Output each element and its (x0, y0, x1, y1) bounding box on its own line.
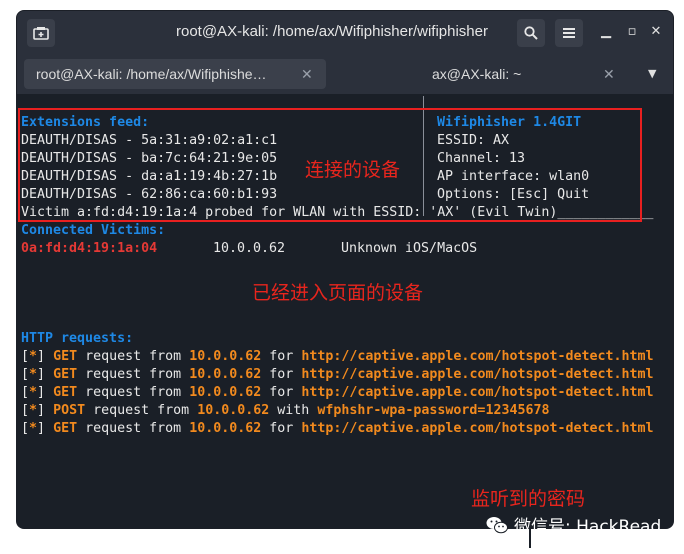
http-request-line: [*] GET request from 10.0.0.62 for http:… (21, 421, 654, 436)
search-button[interactable] (517, 19, 545, 47)
annotation-connected-devices: 连接的设备 (305, 159, 401, 181)
maximize-button[interactable]: ▫ (624, 24, 640, 40)
hamburger-menu-icon (563, 28, 575, 38)
victim-device: Unknown iOS/MacOS (341, 241, 478, 256)
annotation-captured-password: 监听到的密码 (471, 488, 586, 510)
http-header: HTTP requests: (21, 331, 134, 346)
minimize-button[interactable]: ▁ (598, 24, 614, 40)
watermark: 微信号: HackRead (486, 512, 661, 537)
victims-header: Connected Victims: (21, 223, 166, 238)
tab-ax-session[interactable]: ax@AX-kali: ~ ✕ (335, 59, 639, 89)
victim-ip: 10.0.0.62 (213, 241, 286, 256)
tab-bar: root@AX-kali: /home/ax/Wifiphishe… ✕ ax@… (17, 54, 673, 94)
tab-label: ax@AX-kali: ~ (432, 66, 522, 82)
wechat-icon (486, 516, 508, 533)
http-request-line: [*] GET request from 10.0.0.62 for http:… (21, 367, 654, 382)
tab-root-session[interactable]: root@AX-kali: /home/ax/Wifiphishe… ✕ (24, 59, 326, 89)
window-title: root@AX-kali: /home/ax/Wifiphisher/wifip… (175, 23, 488, 40)
terminal-window: root@AX-kali: /home/ax/Wifiphisher/wifip… (17, 11, 673, 528)
close-tab-icon[interactable]: ✕ (603, 59, 615, 89)
http-request-line: [*] POST request from 10.0.0.62 with wfp… (21, 403, 550, 418)
search-icon (524, 26, 538, 40)
close-window-button[interactable]: ✕ (648, 24, 664, 40)
tabs-dropdown-icon[interactable]: ▼ (648, 67, 656, 80)
new-tab-button[interactable] (27, 19, 55, 47)
annotation-page-devices: 已经进入页面的设备 (252, 282, 424, 304)
minimize-icon: ▁ (601, 24, 611, 39)
http-request-line: [*] GET request from 10.0.0.62 for http:… (21, 349, 654, 364)
maximize-icon: ▫ (627, 24, 637, 39)
new-tab-icon (33, 27, 49, 40)
close-tab-icon[interactable]: ✕ (301, 59, 313, 89)
tab-label: root@AX-kali: /home/ax/Wifiphishe… (36, 66, 267, 82)
menu-button[interactable] (555, 19, 583, 47)
http-request-line: [*] GET request from 10.0.0.62 for http:… (21, 385, 654, 400)
watermark-text: 微信号: HackRead (514, 517, 662, 537)
title-bar: root@AX-kali: /home/ax/Wifiphisher/wifip… (17, 11, 673, 54)
victim-mac: 0a:fd:d4:19:1a:04 (21, 241, 158, 256)
scroll-marker (529, 528, 531, 548)
close-icon: ✕ (650, 24, 662, 39)
